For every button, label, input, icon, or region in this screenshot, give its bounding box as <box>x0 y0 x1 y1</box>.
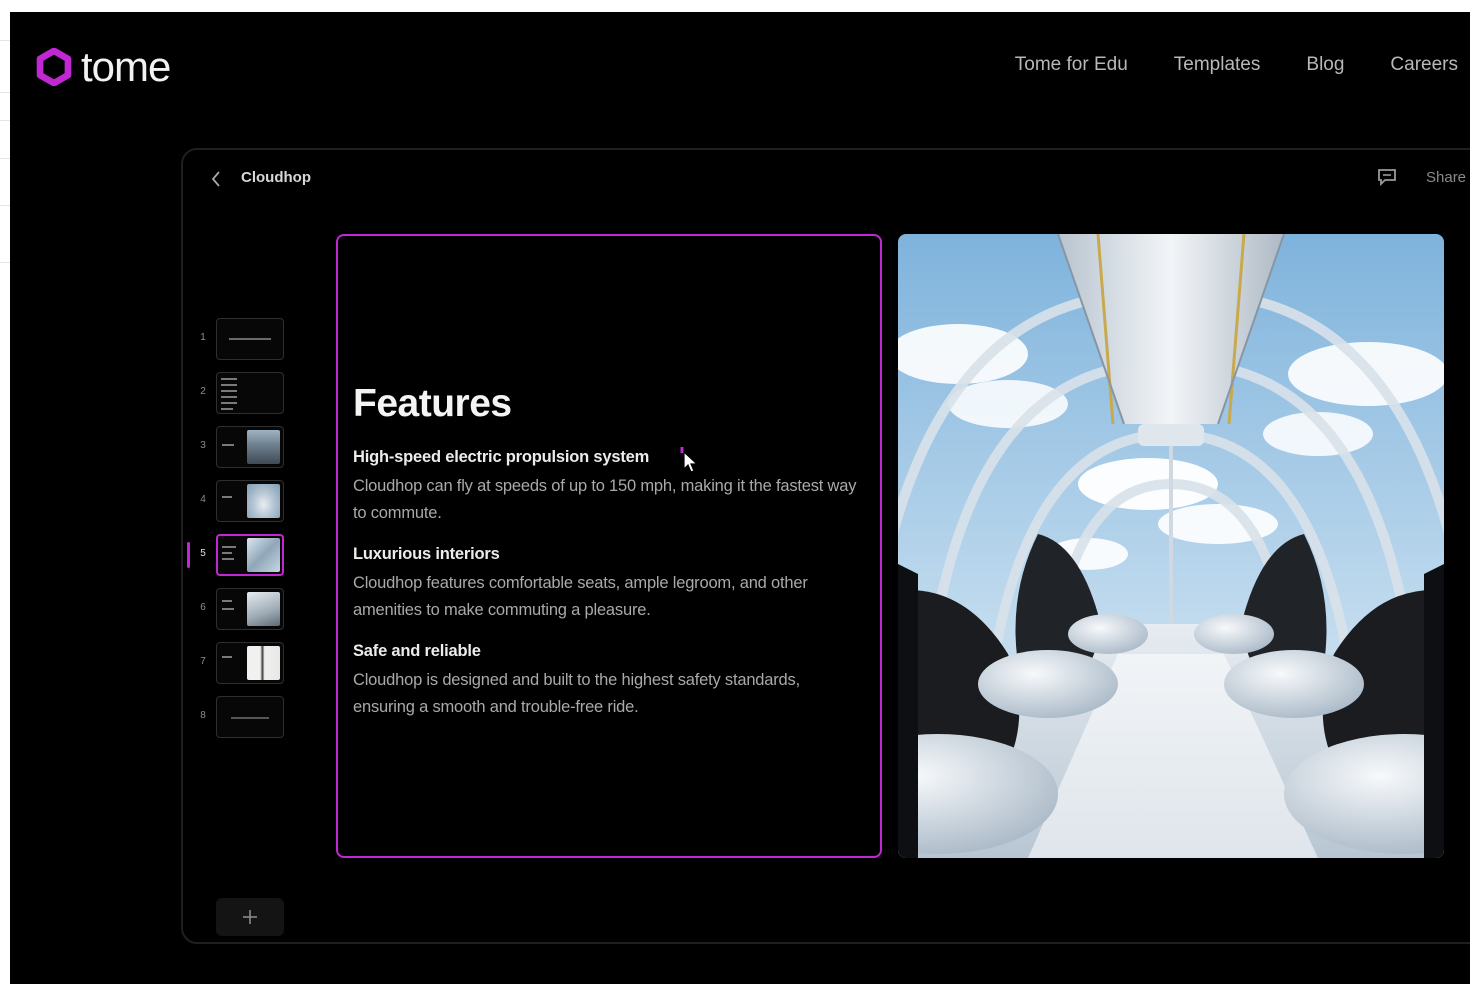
mouse-cursor-icon <box>680 447 699 473</box>
share-button[interactable]: Share <box>1426 169 1466 186</box>
slide-thumbnail-1[interactable] <box>216 318 284 360</box>
feature-description: Cloudhop is designed and built to the hi… <box>353 671 800 716</box>
nav-link-tome-for-edu[interactable]: Tome for Edu <box>1015 54 1128 76</box>
thumbnail-number: 8 <box>200 710 206 721</box>
feature-heading: High-speed electric propulsion system <box>353 448 650 466</box>
tome-logo-mark-icon <box>36 48 72 86</box>
active-slide-indicator <box>187 542 190 568</box>
thumbnail-image <box>247 430 280 464</box>
nav-link-careers[interactable]: Careers <box>1390 54 1458 76</box>
slide-thumbnail-3[interactable] <box>216 426 284 468</box>
left-edge-strip <box>0 0 10 984</box>
tome-page: tome Tome for Edu Templates Blog Careers… <box>10 12 1470 984</box>
slide-thumbnail-7[interactable] <box>216 642 284 684</box>
chevron-left-icon[interactable] <box>209 169 223 189</box>
thumbnail-number: 4 <box>200 494 206 505</box>
plus-icon <box>243 910 257 924</box>
thumbnail-row: 6 <box>183 588 323 632</box>
top-nav: Tome for Edu Templates Blog Careers <box>1015 54 1470 76</box>
feature-item[interactable]: High-speed electric propulsion system Cl… <box>353 448 863 527</box>
feature-item[interactable]: Safe and reliable Cloudhop is designed a… <box>353 642 863 721</box>
feature-heading: Safe and reliable <box>353 642 481 660</box>
editor-window: Cloudhop Share 1 2 3 4 5 6 7 8 Features … <box>181 148 1470 944</box>
thumbnail-number: 3 <box>200 440 206 451</box>
thumbnail-row: 1 <box>183 318 323 362</box>
thumbnail-row: 4 <box>183 480 323 524</box>
document-title[interactable]: Cloudhop <box>241 169 311 186</box>
thumbnail-row: 2 <box>183 372 323 416</box>
slide-text-tile[interactable]: Features High-speed electric propulsion … <box>336 234 882 858</box>
thumbnail-row: 3 <box>183 426 323 470</box>
slide-thumbnail-4[interactable] <box>216 480 284 522</box>
add-slide-button[interactable] <box>216 898 284 936</box>
slide-image-tile[interactable] <box>898 234 1444 858</box>
tome-logo[interactable]: tome <box>35 43 171 90</box>
cabin-interior-image <box>898 234 1444 858</box>
thumbnail-row: 8 <box>183 696 323 740</box>
thumbnail-row-active: 5 <box>183 534 323 578</box>
logo-wordmark: tome <box>81 43 171 90</box>
editor-toolbar: Cloudhop Share <box>183 150 1470 208</box>
thumbnail-number: 5 <box>200 548 206 559</box>
slide-title[interactable]: Features <box>353 382 512 426</box>
thumbnail-number: 6 <box>200 602 206 613</box>
nav-link-blog[interactable]: Blog <box>1306 54 1344 76</box>
thumbnail-number: 7 <box>200 656 206 667</box>
slide-thumbnail-6[interactable] <box>216 588 284 630</box>
thumbnail-row: 7 <box>183 642 323 686</box>
feature-description: Cloudhop can fly at speeds of up to 150 … <box>353 477 857 522</box>
thumbnail-image <box>247 592 280 626</box>
slide-thumbnail-5[interactable] <box>216 534 284 576</box>
thumbnail-number: 1 <box>200 332 206 343</box>
slide-thumbnail-8[interactable] <box>216 696 284 738</box>
thumbnail-number: 2 <box>200 386 206 397</box>
slide-thumbnail-2[interactable] <box>216 372 284 414</box>
feature-description: Cloudhop features comfortable seats, amp… <box>353 574 808 619</box>
feature-heading: Luxurious interiors <box>353 545 500 563</box>
thumbnail-image <box>247 538 280 572</box>
thumbnail-image <box>247 484 280 518</box>
comment-icon[interactable] <box>1376 167 1398 187</box>
feature-item[interactable]: Luxurious interiors Cloudhop features co… <box>353 545 863 624</box>
nav-link-templates[interactable]: Templates <box>1174 54 1261 76</box>
thumbnail-image <box>247 646 280 680</box>
